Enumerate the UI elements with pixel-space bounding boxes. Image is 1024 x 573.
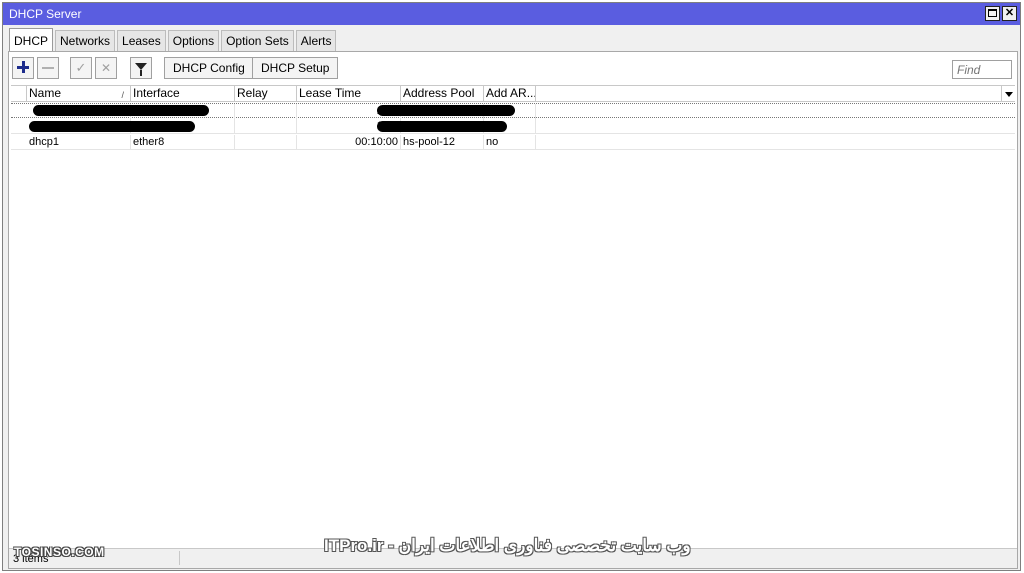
remove-button[interactable] (37, 57, 59, 79)
filter-button[interactable] (130, 57, 152, 79)
window-title: DHCP Server (9, 7, 82, 21)
tab-leases[interactable]: Leases (117, 30, 166, 51)
tab-strip: DHCP Networks Leases Options Option Sets… (9, 28, 338, 52)
tab-alerts[interactable]: Alerts (295, 30, 337, 51)
cell-relay (235, 104, 297, 119)
cell-relay (235, 135, 297, 150)
find-input[interactable] (952, 60, 1012, 79)
minus-icon (42, 67, 54, 69)
tab-option-sets[interactable]: Option Sets (221, 30, 294, 51)
toolbar: ✓ ✕ DHCP Config DHCP Setup (9, 57, 1017, 83)
check-icon: ✓ (75, 60, 87, 75)
tab-options[interactable]: Options (167, 30, 220, 51)
dhcp-panel: ✓ ✕ DHCP Config DHCP Setup Name / Interf… (8, 51, 1018, 569)
restore-icon (988, 9, 997, 17)
dhcp-server-table: Name / Interface Relay Lease Time Addres… (11, 85, 1015, 532)
column-name-label: Name (29, 86, 62, 100)
redaction-mark (377, 105, 515, 116)
cell-name: dhcp1 (27, 135, 131, 150)
column-add-arp[interactable]: Add AR... (484, 86, 536, 102)
table-row[interactable]: 12:0 (11, 119, 1015, 134)
add-button[interactable] (12, 57, 34, 79)
close-icon: ✕ (1004, 7, 1015, 19)
columns-dropdown-button[interactable] (1001, 86, 1015, 102)
disable-button[interactable]: ✕ (95, 57, 117, 79)
cell-interface: ether8 (131, 135, 235, 150)
status-divider (179, 551, 180, 565)
restore-window-button[interactable] (985, 6, 1000, 21)
table-row[interactable]: 12:0 (11, 103, 1015, 119)
tab-networks[interactable]: Networks (55, 30, 116, 51)
cell-add-arp: no (484, 135, 536, 150)
redaction-mark (377, 121, 507, 132)
redaction-mark (29, 121, 195, 132)
dhcp-config-button[interactable]: DHCP Config (164, 57, 254, 79)
watermark-left: TOSINSO.COM (14, 545, 105, 559)
column-address-pool[interactable]: Address Pool (401, 86, 484, 102)
watermark-center: ITPro.ir - وب سایت تخصصی فناوری اطلاعات … (324, 536, 691, 555)
table-row[interactable]: dhcp1 ether8 00:10:00 hs-pool-12 no (11, 135, 1015, 150)
dhcp-setup-button[interactable]: DHCP Setup (252, 57, 339, 79)
table-header: Name / Interface Relay Lease Time Addres… (11, 86, 1015, 102)
sort-indicator: / (121, 90, 124, 100)
cell-address-pool: hs-pool-12 (401, 135, 484, 150)
tab-dhcp[interactable]: DHCP (9, 28, 54, 51)
close-window-button[interactable]: ✕ (1002, 6, 1017, 21)
enable-button[interactable]: ✓ (70, 57, 92, 79)
plus-icon (13, 57, 33, 79)
funnel-icon (135, 62, 147, 76)
window-titlebar[interactable]: DHCP Server ✕ (3, 3, 1020, 25)
cell-relay (235, 119, 297, 134)
x-icon: ✕ (100, 61, 112, 75)
redaction-mark (33, 105, 209, 116)
cell-lease-time: 00:10:00 (297, 135, 401, 150)
column-relay[interactable]: Relay (235, 86, 297, 102)
column-lease-time[interactable]: Lease Time (297, 86, 401, 102)
column-interface[interactable]: Interface (131, 86, 235, 102)
dhcp-server-window: DHCP Server ✕ DHCP Networks Leases Optio… (2, 2, 1021, 571)
column-name[interactable]: Name / (27, 86, 131, 102)
header-gutter (11, 86, 27, 102)
